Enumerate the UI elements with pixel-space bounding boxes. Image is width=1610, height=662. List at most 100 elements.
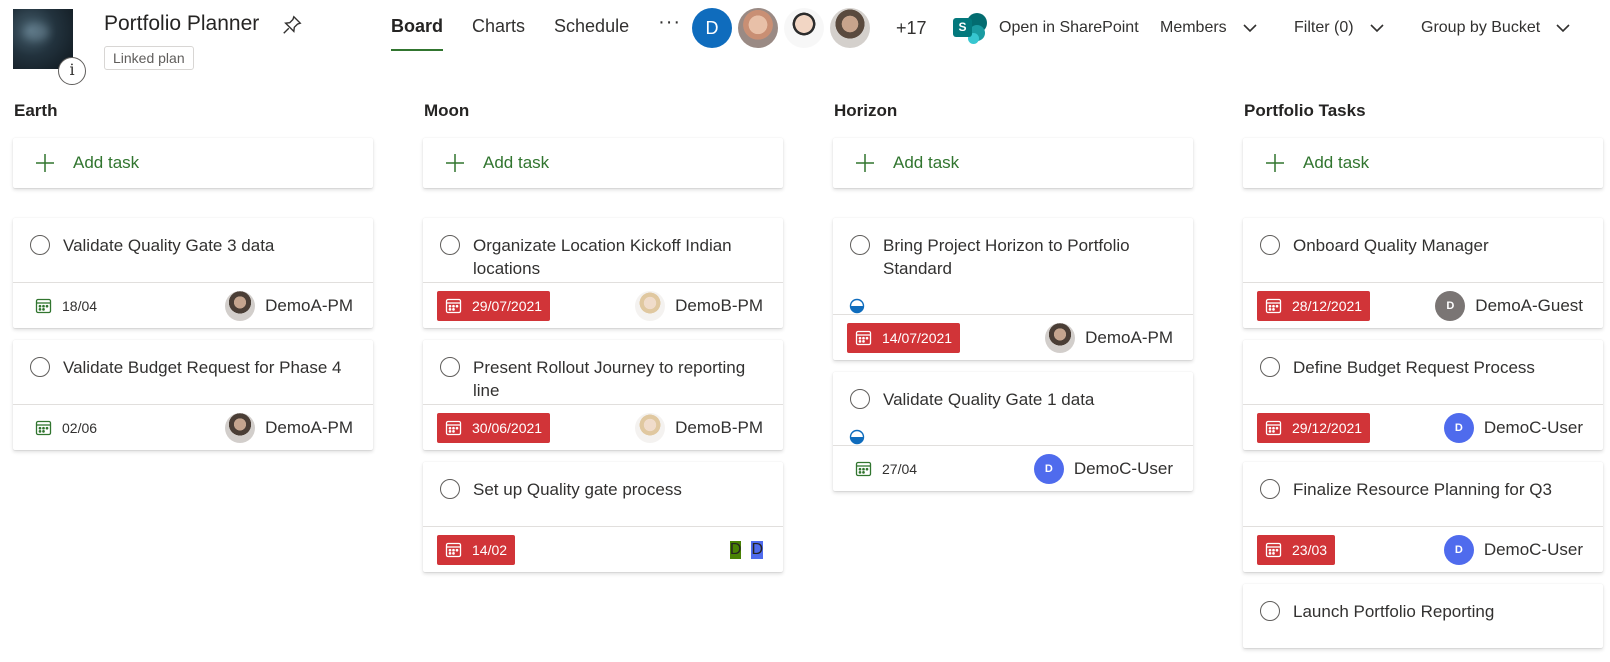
complete-task-checkbox[interactable] bbox=[850, 389, 870, 409]
avatar bbox=[1045, 322, 1076, 353]
task-assignee[interactable]: D DemoA-Guest bbox=[1435, 290, 1583, 321]
due-date-badge-late[interactable]: 29/07/2021 bbox=[437, 290, 551, 321]
members-dropdown[interactable]: Members bbox=[1160, 10, 1259, 46]
due-date-badge-late[interactable]: 14/02 bbox=[437, 534, 516, 565]
task-card[interactable]: Present Rollout Journey to reporting lin… bbox=[423, 340, 783, 450]
task-card-footer: 18/04 DemoA-PM bbox=[13, 282, 373, 328]
bucket-title[interactable]: Portfolio Tasks bbox=[1243, 96, 1603, 126]
complete-task-checkbox[interactable] bbox=[1260, 235, 1280, 255]
complete-task-checkbox[interactable] bbox=[440, 357, 460, 377]
task-card[interactable]: Validate Quality Gate 1 data 27/04 D DemoC-… bbox=[833, 372, 1193, 491]
task-card-body: Validate Quality Gate 3 data bbox=[13, 218, 373, 282]
task-card-footer: 02/06 DemoA-PM bbox=[13, 404, 373, 450]
complete-task-checkbox[interactable] bbox=[30, 235, 50, 255]
task-assignee[interactable]: DemoA-PM bbox=[1045, 322, 1173, 353]
members-label: Members bbox=[1160, 19, 1227, 36]
pin-icon[interactable] bbox=[281, 14, 303, 36]
add-task-button[interactable]: Add task bbox=[423, 138, 783, 188]
task-card[interactable]: Finalize Resource Planning for Q3 23/03 D D… bbox=[1243, 462, 1603, 572]
complete-task-checkbox[interactable] bbox=[1260, 357, 1280, 377]
task-card-footer: 14/02 D D bbox=[423, 526, 783, 572]
task-assignees[interactable]: DD bbox=[729, 540, 763, 559]
due-date-badge-late[interactable]: 29/12/2021 bbox=[1257, 412, 1371, 443]
complete-task-checkbox[interactable] bbox=[1260, 601, 1280, 621]
task-card[interactable]: Validate Quality Gate 3 data 18/04 DemoA-P… bbox=[13, 218, 373, 328]
calendar-icon bbox=[35, 298, 52, 314]
task-card[interactable]: Validate Budget Request for Phase 4 02/06… bbox=[13, 340, 373, 450]
task-assignee[interactable]: DemoB-PM bbox=[635, 290, 763, 321]
info-icon[interactable]: i bbox=[58, 57, 86, 85]
due-date-badge[interactable]: 18/04 bbox=[27, 297, 97, 314]
due-date: 18/04 bbox=[62, 297, 98, 314]
task-card-footer: 29/12/2021 D DemoC-User bbox=[1243, 404, 1603, 450]
due-date-badge-late[interactable]: 23/03 bbox=[1257, 534, 1336, 565]
task-card[interactable]: Set up Quality gate process 14/02 D D bbox=[423, 462, 783, 572]
group-by-dropdown[interactable]: Group by Bucket bbox=[1421, 10, 1572, 46]
task-assignee[interactable]: D DemoC-User bbox=[1443, 412, 1583, 443]
tab-board[interactable]: Board bbox=[391, 0, 444, 52]
task-assignee[interactable]: DemoA-PM bbox=[225, 412, 353, 443]
complete-task-checkbox[interactable] bbox=[440, 235, 460, 255]
complete-task-checkbox[interactable] bbox=[1260, 479, 1280, 499]
bucket-title[interactable]: Earth bbox=[13, 96, 373, 126]
avatar: D bbox=[1443, 412, 1474, 443]
filter-dropdown[interactable]: Filter (0) bbox=[1294, 10, 1386, 46]
due-date: 27/04 bbox=[882, 460, 918, 477]
task-title: Present Rollout Journey to reporting lin… bbox=[473, 358, 746, 400]
member-avatars[interactable]: D +17 bbox=[692, 8, 927, 48]
task-card[interactable]: Launch Portfolio Reporting bbox=[1243, 584, 1603, 648]
bucket-column: Earth Add task Validate Quality Gate 3 dat… bbox=[13, 96, 373, 462]
assignee-name: DemoB-PM bbox=[675, 417, 763, 437]
task-card[interactable]: Onboard Quality Manager 28/12/2021 D DemoA-… bbox=[1243, 218, 1603, 328]
in-progress-icon bbox=[849, 429, 865, 445]
task-title: Define Budget Request Process bbox=[1293, 358, 1535, 377]
complete-task-checkbox[interactable] bbox=[30, 357, 50, 377]
task-assignee[interactable]: D DemoC-User bbox=[1443, 534, 1583, 565]
due-date: 29/12/2021 bbox=[1292, 419, 1363, 436]
avatar: D bbox=[751, 540, 763, 559]
due-date-badge-late[interactable]: 30/06/2021 bbox=[437, 412, 551, 443]
add-task-button[interactable]: Add task bbox=[13, 138, 373, 188]
avatar[interactable] bbox=[830, 8, 870, 48]
bucket-column: Horizon Add task Bring Project Horizon to … bbox=[833, 96, 1193, 503]
add-task-button[interactable]: Add task bbox=[1243, 138, 1603, 188]
complete-task-checkbox[interactable] bbox=[850, 235, 870, 255]
add-task-label: Add task bbox=[1303, 153, 1370, 172]
task-assignee[interactable]: D DemoC-User bbox=[1033, 453, 1173, 484]
avatar bbox=[635, 290, 666, 321]
task-assignee[interactable]: DemoA-PM bbox=[225, 290, 353, 321]
task-card-footer: 14/07/2021 DemoA-PM bbox=[833, 314, 1193, 360]
avatar[interactable] bbox=[784, 8, 824, 48]
avatar: D bbox=[1033, 453, 1064, 484]
extra-members-count[interactable]: +17 bbox=[896, 18, 927, 39]
task-card[interactable]: Bring Project Horizon to Portfolio Stand… bbox=[833, 218, 1193, 360]
more-options-icon[interactable]: ··· bbox=[658, 0, 681, 52]
bucket-title[interactable]: Moon bbox=[423, 96, 783, 126]
plus-icon bbox=[856, 154, 874, 172]
task-assignee[interactable]: DemoB-PM bbox=[635, 412, 763, 443]
open-in-sharepoint-button[interactable]: S Open in SharePoint bbox=[953, 10, 1139, 46]
due-date-badge[interactable]: 02/06 bbox=[27, 419, 97, 436]
task-card-footer: 27/04 D DemoC-User bbox=[833, 445, 1193, 491]
add-task-label: Add task bbox=[483, 153, 550, 172]
avatar[interactable] bbox=[738, 8, 778, 48]
tab-schedule[interactable]: Schedule bbox=[554, 0, 629, 52]
due-date-badge-late[interactable]: 28/12/2021 bbox=[1257, 290, 1371, 321]
task-card-body: Finalize Resource Planning for Q3 bbox=[1243, 462, 1603, 526]
assignee-name: DemoC-User bbox=[1483, 539, 1583, 559]
due-date-badge[interactable]: 27/04 bbox=[847, 460, 917, 477]
due-date: 14/07/2021 bbox=[882, 329, 953, 346]
add-task-button[interactable]: Add task bbox=[833, 138, 1193, 188]
tab-charts[interactable]: Charts bbox=[472, 0, 525, 52]
plan-header: i Portfolio Planner Linked plan Board Ch… bbox=[0, 0, 1610, 92]
bucket-column: Moon Add task Organizate Location Kickoff … bbox=[423, 96, 783, 584]
avatar[interactable]: D bbox=[692, 8, 732, 48]
complete-task-checkbox[interactable] bbox=[440, 479, 460, 499]
bucket-title[interactable]: Horizon bbox=[833, 96, 1193, 126]
task-card[interactable]: Define Budget Request Process 29/12/2021 D… bbox=[1243, 340, 1603, 450]
plus-icon bbox=[1266, 154, 1284, 172]
task-card[interactable]: Organizate Location Kickoff Indian locat… bbox=[423, 218, 783, 328]
due-date-badge-late[interactable]: 14/07/2021 bbox=[847, 322, 961, 353]
add-task-label: Add task bbox=[73, 153, 140, 172]
in-progress-icon bbox=[849, 298, 865, 314]
